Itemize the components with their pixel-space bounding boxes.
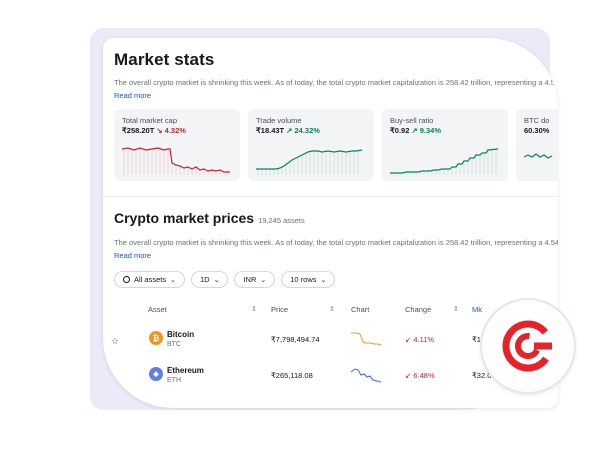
rows-dropdown[interactable]: 10 rows ⌄ [281,271,336,288]
column-header-change[interactable]: Change [405,305,431,314]
prices-section-title: Crypto market prices 19,245 assets [114,210,305,226]
stat-sparkline [524,153,553,159]
prices-description: The overall crypto market is shrinking t… [114,238,558,247]
currency-dropdown[interactable]: INR ⌄ [234,271,276,288]
stat-card-trade-volume[interactable]: Trade volume ₹18.43T ↗ 24.32% [248,109,374,181]
stat-label: Buy-sell ratio [390,116,434,125]
stat-change: ↗ 24.32% [286,126,320,135]
market-stats-description: The overall crypto market is shrinking t… [114,78,558,87]
stat-sparkline [390,148,499,175]
prices-read-more-link[interactable]: Read more [114,251,151,260]
price-sparkline [351,368,381,383]
stat-value: ₹18.43T ↗ 24.32% [256,126,320,135]
stat-label: Trade volume [256,116,302,125]
stat-label: BTC do [524,116,550,125]
brand-logo-icon [502,320,554,372]
chevron-down-icon: ⌄ [170,276,176,284]
stat-card-buy-sell-ratio[interactable]: Buy-sell ratio ₹0.92 ↗ 9.34% [382,109,508,181]
sort-icon[interactable]: ⇕ [329,305,335,313]
column-header-market-cap[interactable]: Mk [472,305,482,314]
price-change: ↙ 4.11% [405,335,435,344]
chevron-down-icon: ⌄ [260,276,267,284]
bitcoin-icon: ₿ [149,331,163,345]
sort-icon[interactable]: ⇕ [453,305,459,313]
stat-card-btc-dominance[interactable]: BTC do 60.30% [516,109,558,181]
asset-price: ₹7,798,494.74 [271,335,320,344]
asset-name[interactable]: Bitcoin [167,330,194,339]
price-sparkline [351,332,381,346]
market-stats-title: Market stats [114,50,215,69]
stat-sparkline [122,147,230,175]
table-header: Asset ⇕ Price ⇕ Chart Change ⇕ Mk [103,302,558,318]
globe-icon [123,276,130,283]
stat-value: ₹0.92 ↗ 9.34% [390,126,442,135]
market-stats-read-more-link[interactable]: Read more [114,91,151,100]
stat-card-total-market-cap[interactable]: Total market cap ₹258.20T ↘ 4.32% [114,109,240,181]
asset-symbol: ETH [167,377,181,384]
price-change: ↙ 6.48% [405,371,435,380]
brand-logo-badge [482,300,574,392]
market-cap-value: ₹32.0 [472,371,492,380]
asset-count: 19,245 assets [258,216,305,225]
filter-bar: All assets ⌄ 1D ⌄ INR ⌄ 10 rows ⌄ [114,271,336,288]
stat-change: ↘ 4.32% [156,126,186,135]
star-icon[interactable]: ☆ [111,336,119,347]
stat-label: Total market cap [122,116,178,125]
all-assets-dropdown[interactable]: All assets ⌄ [114,271,185,288]
market-cap-value: ₹1 [472,335,481,344]
asset-symbol: BTC [167,341,181,348]
column-header-price[interactable]: Price [271,305,288,314]
asset-name[interactable]: Ethereum [167,366,204,375]
column-header-chart: Chart [351,305,370,314]
sort-icon[interactable]: ⇕ [251,305,257,313]
section-divider [103,196,558,197]
ethereum-icon: ◆ [149,367,163,381]
time-range-dropdown[interactable]: 1D ⌄ [190,271,229,288]
stat-sparkline [256,149,363,175]
stat-value: 60.30% [524,126,550,135]
column-header-asset[interactable]: Asset [148,305,167,314]
stat-value: ₹258.20T ↘ 4.32% [122,126,186,135]
stat-change: ↗ 9.34% [411,126,442,135]
chevron-down-icon: ⌄ [213,276,220,284]
chevron-down-icon: ⌄ [320,276,327,284]
asset-price: ₹265,118.08 [271,371,313,380]
